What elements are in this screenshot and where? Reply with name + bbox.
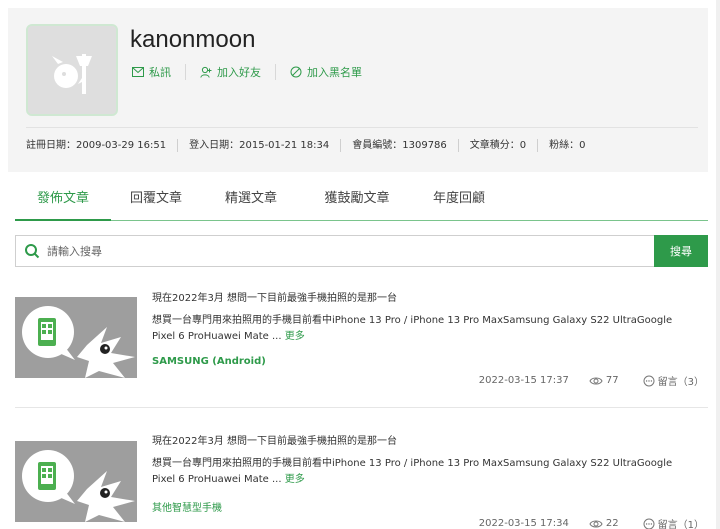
post-item: 現在2022年3月 想問一下目前最強手機拍照的是那一台 想買一台專門用來拍照用的… (15, 432, 708, 529)
post-meta: 2022-03-15 17:37 77 留言（3） (479, 373, 704, 388)
search-button[interactable]: 搜尋 (654, 235, 708, 267)
tab-replies[interactable]: 回覆文章 (111, 181, 201, 219)
post-title[interactable]: 現在2022年3月 想問一下目前最強手機拍照的是那一台 (152, 289, 397, 304)
tab-annual-review[interactable]: 年度回顧 (413, 181, 505, 219)
default-avatar-icon (28, 26, 116, 114)
post-comments[interactable]: 留言（1） (643, 516, 704, 529)
card-divider (26, 127, 698, 128)
phone-speech-icon (15, 441, 137, 522)
read-more-link[interactable]: 更多 (285, 331, 305, 342)
send-message-button[interactable]: 私訊 (132, 64, 186, 80)
phone-speech-icon (15, 297, 137, 378)
avatar[interactable] (26, 24, 118, 116)
post-divider (15, 407, 708, 408)
post-category-tag[interactable]: SAMSUNG (Android) (152, 356, 266, 367)
comment-icon (643, 518, 655, 529)
post-title[interactable]: 現在2022年3月 想問一下目前最強手機拍照的是那一台 (152, 432, 397, 447)
view-count: 22 (605, 518, 619, 529)
fans-count: 粉絲：0 (549, 140, 586, 151)
login-date: 登入日期：2015-01-21 18:34 (189, 139, 342, 152)
register-date: 註冊日期：2009-03-29 16:51 (26, 139, 179, 152)
add-friend-label: 加入好友 (217, 66, 261, 79)
search-input[interactable] (40, 236, 654, 266)
post-comments[interactable]: 留言（3） (643, 373, 704, 388)
add-friend-button[interactable]: 加入好友 (200, 64, 276, 80)
post-excerpt-text: 想買一台專門用來拍照用的手機目前看中iPhone 13 Pro / iPhone… (152, 315, 673, 342)
tab-featured[interactable]: 精選文章 (201, 181, 301, 219)
member-id: 會員編號：1309786 (352, 139, 459, 152)
add-blacklist-label: 加入黑名單 (307, 66, 362, 79)
post-thumbnail[interactable] (15, 297, 137, 378)
post-thumbnail[interactable] (15, 441, 137, 522)
tab-published[interactable]: 發佈文章 (15, 181, 111, 221)
tab-encouraged[interactable]: 獲鼓勵文章 (301, 181, 413, 219)
article-tabs: 發佈文章 回覆文章 精選文章 獲鼓勵文章 年度回顧 (15, 181, 708, 221)
post-excerpt-text: 想買一台專門用來拍照用的手機目前看中iPhone 13 Pro / iPhone… (152, 458, 673, 485)
comment-icon (643, 375, 655, 386)
send-message-label: 私訊 (149, 66, 171, 79)
post-excerpt: 想買一台專門用來拍照用的手機目前看中iPhone 13 Pro / iPhone… (152, 313, 692, 345)
view-count: 77 (605, 375, 619, 386)
add-friend-icon (200, 66, 212, 78)
mail-icon (132, 67, 144, 77)
comment-count: 留言（3） (657, 377, 704, 388)
post-item: 現在2022年3月 想問一下目前最強手機拍照的是那一台 想買一台專門用來拍照用的… (15, 289, 708, 408)
post-date: 2022-03-15 17:34 (478, 518, 569, 529)
username: kanonmoon (130, 26, 256, 53)
post-date: 2022-03-15 17:37 (478, 375, 569, 386)
post-views: 77 (589, 375, 619, 386)
profile-actions: 私訊 加入好友 加入黑名單 (132, 64, 390, 80)
read-more-link[interactable]: 更多 (285, 474, 305, 485)
block-icon (290, 66, 302, 78)
scrollbar[interactable] (716, 0, 720, 529)
eye-icon (589, 520, 603, 527)
member-stats: 註冊日期：2009-03-29 16:51 登入日期：2015-01-21 18… (26, 139, 608, 152)
comment-count: 留言（1） (657, 520, 704, 529)
post-meta: 2022-03-15 17:34 22 留言（1） (479, 516, 704, 529)
post-category-tag[interactable]: 其他智慧型手機 (152, 499, 222, 514)
search-icon (25, 244, 40, 259)
add-blacklist-button[interactable]: 加入黑名單 (290, 64, 376, 80)
post-views: 22 (589, 518, 619, 529)
eye-icon (589, 377, 603, 384)
profile-card: kanonmoon 私訊 加入好友 加入黑名單 註冊日期：2009-03-29 … (8, 8, 708, 172)
search-bar: 搜尋 (15, 235, 708, 267)
article-points: 文章積分：0 (470, 139, 539, 152)
post-excerpt: 想買一台專門用來拍照用的手機目前看中iPhone 13 Pro / iPhone… (152, 456, 692, 488)
